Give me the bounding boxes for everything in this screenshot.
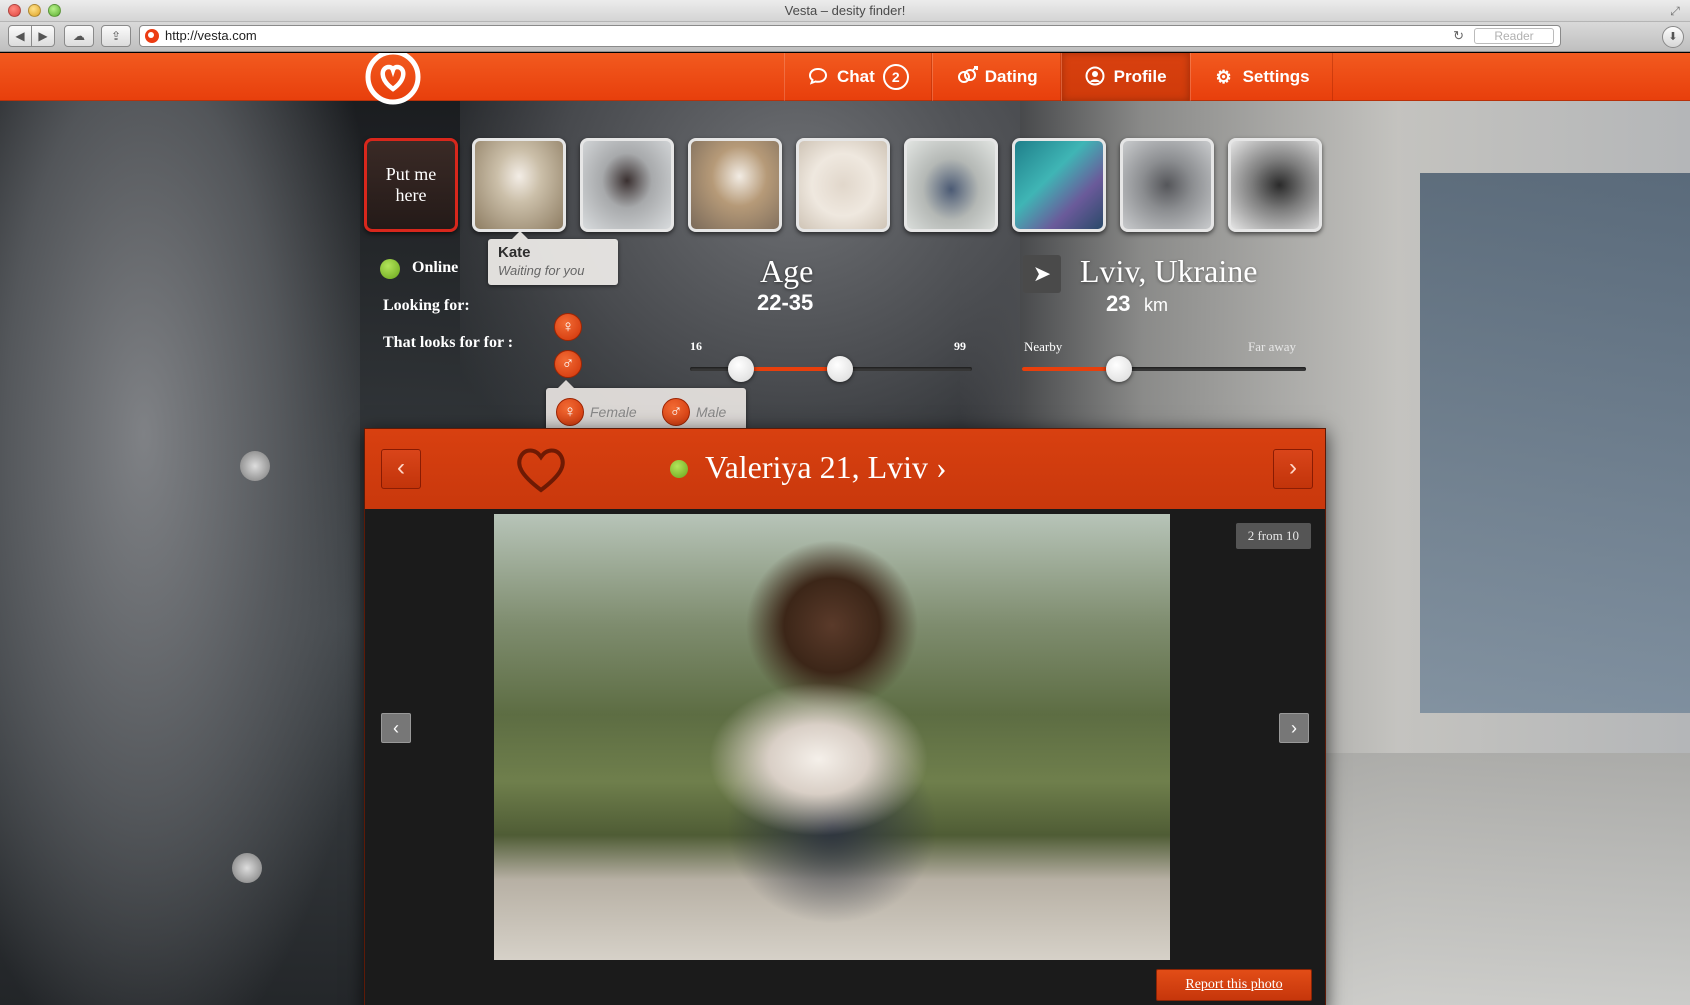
profile-name-text: Valeriya 21, Lviv <box>705 449 929 485</box>
male-symbol-icon[interactable]: ♂ <box>554 350 582 378</box>
online-label[interactable]: Online <box>412 259 458 277</box>
background-scarf <box>0 53 360 1005</box>
faraway-label: Far away <box>1248 339 1297 354</box>
female-option-label: Female <box>590 404 637 420</box>
distance-handle[interactable] <box>1106 356 1132 382</box>
previous-profile-button[interactable]: ‹ <box>381 449 421 489</box>
nav-chat[interactable]: Chat 2 <box>784 53 932 101</box>
distance-slider-fill <box>1022 367 1118 371</box>
gender-option-female[interactable]: ♀ Female <box>556 398 637 426</box>
next-photo-button[interactable]: › <box>1279 713 1309 743</box>
background-coat-button <box>232 853 262 883</box>
nearby-label: Nearby <box>1024 339 1063 354</box>
user-tooltip: Kate Waiting for you <box>488 231 618 285</box>
downloads-button[interactable]: ⬇ <box>1662 26 1684 48</box>
main-nav: Chat 2 Dating Profile ⚙ Settings <box>784 53 1333 101</box>
browser-toolbar: ◀ ▶ ☁ ⇪ http://vesta.com ↻ Reader ⬇ <box>0 22 1690 52</box>
dating-rings-icon <box>955 66 978 88</box>
location-arrow-icon[interactable]: ➤ <box>1023 255 1061 293</box>
nav-chat-label: Chat <box>837 67 875 86</box>
looks-for-label: That looks for for : <box>383 334 514 351</box>
nearby-users-strip: Put me here <box>364 138 1322 232</box>
url-text[interactable]: http://vesta.com <box>165 28 257 43</box>
chevron-right-icon: › <box>936 449 947 485</box>
nav-dating-label: Dating <box>984 67 1038 86</box>
tooltip-user-name: Kate <box>498 244 531 261</box>
age-min-handle[interactable] <box>728 356 754 382</box>
nav-profile-label: Profile <box>1113 67 1167 86</box>
looking-for-label: Looking for: <box>383 297 470 314</box>
gender-option-male[interactable]: ♂ Male <box>662 398 726 426</box>
reload-icon[interactable]: ↻ <box>1453 28 1464 44</box>
share-button[interactable]: ⇪ <box>101 25 131 47</box>
user-thumbnail[interactable] <box>1012 138 1106 232</box>
address-bar[interactable]: http://vesta.com ↻ Reader <box>139 25 1561 47</box>
user-thumbnail[interactable] <box>796 138 890 232</box>
age-range-value: 22-35 <box>757 290 814 315</box>
browser-titlebar: Vesta – desity finder! ⤢ <box>0 0 1690 22</box>
like-heart-icon[interactable] <box>513 443 569 495</box>
back-button[interactable]: ◀ <box>8 25 32 47</box>
report-photo-button[interactable]: Report this photo <box>1156 969 1312 1001</box>
put-me-here-label: Put me here <box>385 164 437 205</box>
next-profile-button[interactable]: › <box>1273 449 1313 489</box>
profile-user-icon <box>1084 66 1106 88</box>
female-symbol-icon[interactable]: ♀ <box>554 313 582 341</box>
user-thumbnail[interactable] <box>580 138 674 232</box>
location-title: Lviv, Ukraine <box>1080 253 1258 289</box>
page: Chat 2 Dating Profile ⚙ Settings Put me … <box>0 53 1690 1005</box>
age-max-label: 99 <box>954 339 966 353</box>
nav-profile[interactable]: Profile <box>1060 53 1190 101</box>
user-thumbnail[interactable] <box>1228 138 1322 232</box>
nav-dating[interactable]: Dating <box>931 53 1061 101</box>
favicon-icon <box>145 29 159 43</box>
icloud-tabs-button[interactable]: ☁ <box>64 25 94 47</box>
user-thumbnail[interactable] <box>904 138 998 232</box>
put-me-here-slot[interactable]: Put me here <box>364 138 458 232</box>
photo-counter: 2 from 10 <box>1235 523 1311 549</box>
profile-card-header: ‹ Valeriya 21, Lviv › › <box>365 429 1325 509</box>
online-toggle-dot[interactable] <box>380 259 400 279</box>
age-slider-fill <box>740 367 840 371</box>
window-title: Vesta – desity finder! <box>784 3 906 18</box>
tooltip-user-status: Waiting for you <box>498 263 585 278</box>
forward-button[interactable]: ▶ <box>31 25 55 47</box>
user-thumbnail[interactable] <box>1120 138 1214 232</box>
chat-bubble-icon <box>807 66 829 88</box>
profile-card: ‹ Valeriya 21, Lviv › › 2 from 10 ‹ › <box>364 428 1326 1005</box>
nav-settings-label: Settings <box>1242 67 1310 86</box>
nav-settings[interactable]: ⚙ Settings <box>1189 53 1333 101</box>
user-thumbnail[interactable] <box>688 138 782 232</box>
background-building <box>1420 173 1690 713</box>
gear-icon: ⚙ <box>1215 67 1232 87</box>
age-title: Age <box>760 253 814 289</box>
age-max-handle[interactable] <box>827 356 853 382</box>
previous-photo-button[interactable]: ‹ <box>381 713 411 743</box>
male-symbol-icon: ♂ <box>662 398 690 426</box>
site-header: Chat 2 Dating Profile ⚙ Settings <box>0 53 1690 105</box>
vesta-logo[interactable] <box>365 53 421 105</box>
chat-unread-badge: 2 <box>882 64 909 90</box>
age-min-label: 16 <box>690 339 702 353</box>
distance-value: 23 <box>1106 291 1131 316</box>
profile-photo[interactable] <box>494 514 1170 960</box>
reader-button[interactable]: Reader <box>1474 28 1554 44</box>
male-option-label: Male <box>696 404 727 420</box>
user-thumbnail-kate[interactable] <box>472 138 566 232</box>
distance-unit: km <box>1144 295 1168 315</box>
profile-online-dot <box>670 460 688 478</box>
background-coat-button <box>240 451 270 481</box>
fullscreen-icon[interactable]: ⤢ <box>1668 4 1682 18</box>
profile-name[interactable]: Valeriya 21, Lviv › <box>705 449 947 486</box>
female-symbol-icon: ♀ <box>556 398 584 426</box>
